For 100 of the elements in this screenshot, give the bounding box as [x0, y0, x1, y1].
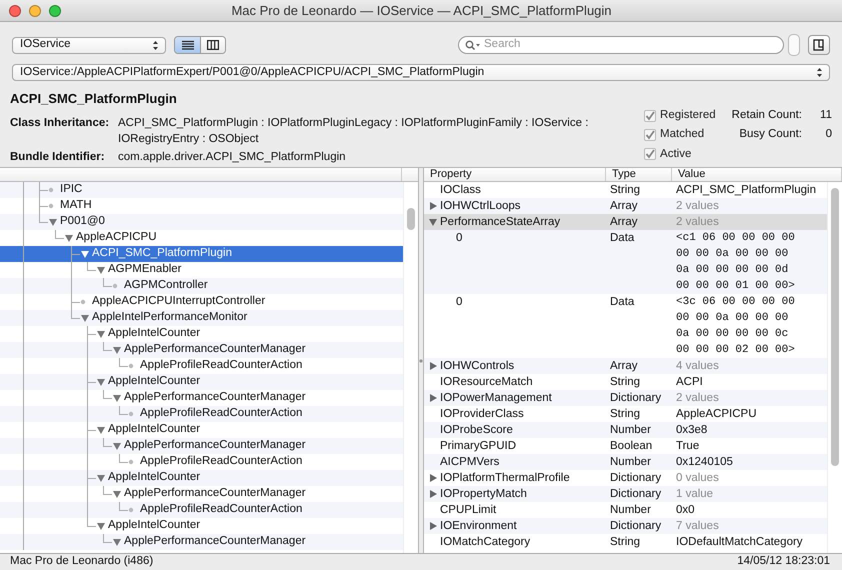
property-value: ACPI_SMC_PlatformPlugin [676, 184, 816, 196]
expanded-triangle-icon[interactable] [96, 521, 106, 531]
expanded-triangle-icon[interactable] [112, 393, 122, 403]
search-icon [465, 40, 481, 50]
property-value: 0 values [676, 472, 719, 484]
window-control-button[interactable] [29, 4, 41, 16]
property-row[interactable]: IOProbeScore Number 0x3e8 [424, 422, 827, 438]
window-control-button[interactable] [9, 4, 21, 16]
expanded-triangle-icon[interactable] [96, 425, 106, 435]
tree-row[interactable]: AppleIntelCounter [0, 326, 403, 342]
property-row[interactable]: IOEnvironment Dictionary 7 values [424, 518, 827, 534]
column-view-button[interactable] [200, 37, 225, 53]
property-row[interactable]: IOPropertyMatch Dictionary 1 value [424, 486, 827, 502]
expanded-triangle-icon[interactable] [112, 489, 122, 499]
property-row[interactable]: IOClass String ACPI_SMC_PlatformPlugin [424, 182, 827, 198]
window-control-button[interactable] [49, 4, 61, 16]
node-label: ACPI_SMC_PlatformPlugin [92, 246, 232, 262]
collapsed-triangle-icon[interactable] [428, 473, 438, 483]
checkbox[interactable] [644, 148, 656, 160]
tree-row[interactable]: ApplePerformanceCounterManager [0, 438, 403, 454]
property-row[interactable]: IOMatchCategory String IODefaultMatchCategory [424, 534, 827, 550]
tree-row[interactable]: AppleProfileReadCounterAction [0, 406, 403, 422]
tree-row[interactable]: AppleIntelCounter [0, 374, 403, 390]
tree-row[interactable]: AppleIntelPerformanceMonitor [0, 310, 403, 326]
collapsed-triangle-icon[interactable] [428, 361, 438, 371]
tree-row[interactable]: ApplePerformanceCounterManager [0, 486, 403, 502]
count-value: 0 [824, 127, 832, 142]
property-name: PrimaryGPUID [440, 439, 516, 454]
property-type: Array [610, 360, 638, 372]
property-row[interactable]: IOHWControls Array 4 values [424, 358, 827, 374]
expanded-triangle-icon[interactable] [96, 265, 106, 275]
property-value: 2 values [676, 392, 719, 404]
column-header[interactable]: Type [606, 168, 672, 181]
property-row[interactable]: PerformanceStateArray Array 2 values [424, 214, 827, 230]
expanded-triangle-icon[interactable] [112, 345, 122, 355]
inspector-button[interactable] [808, 35, 830, 55]
property-row[interactable]: 0 Data <c1 06 00 00 00 00 00 00 0a 00 00 00 0a 00 00 00 00 0d 00 00 00 01 00 00> [424, 230, 827, 294]
collapsed-triangle-icon[interactable] [428, 521, 438, 531]
list-view-button[interactable] [175, 37, 200, 53]
property-row[interactable]: IOPowerManagement Dictionary 2 values [424, 390, 827, 406]
tree-row[interactable]: AGPMEnabler [0, 262, 403, 278]
column-header[interactable]: Value [672, 168, 842, 181]
property-name: IOPlatformThermalProfile [440, 471, 570, 486]
property-row[interactable]: IOHWCtrlLoops Array 2 values [424, 198, 827, 214]
window-title: Mac Pro de Leonardo — IOService — ACPI_SMC_PlatformPlugin [230, 2, 613, 20]
node-label: AppleProfileReadCounterAction [140, 406, 302, 422]
splitter-handle[interactable] [419, 358, 423, 362]
tree-row[interactable]: AppleACPICPU [0, 230, 403, 246]
tree-row[interactable]: ApplePerformanceCounterManager [0, 534, 403, 550]
property-type: Dictionary [610, 520, 662, 532]
property-row[interactable]: PrimaryGPUID Boolean True [424, 438, 827, 454]
property-value: 1 value [676, 488, 714, 500]
list-icon [182, 40, 194, 50]
property-row[interactable]: IOProviderClass String AppleACPICPU [424, 406, 827, 422]
expanded-triangle-icon[interactable] [80, 249, 90, 259]
count-label: Busy Count: [739, 127, 802, 142]
tree-row[interactable]: AppleProfileReadCounterAction [0, 358, 403, 374]
tree-row[interactable]: ACPI_SMC_PlatformPlugin [0, 246, 403, 262]
expanded-triangle-icon[interactable] [48, 217, 58, 227]
property-row[interactable]: 0 Data <3c 06 00 00 00 00 00 00 0a 00 00 00 0a 00 00 00 00 0c 00 00 00 02 00 00> [424, 294, 827, 358]
property-type: Dictionary [610, 392, 662, 404]
expanded-triangle-icon[interactable] [64, 233, 74, 243]
checkbox[interactable] [644, 110, 656, 122]
scrollbar[interactable] [827, 182, 842, 553]
tree-row[interactable]: MATH [0, 198, 403, 214]
collapsed-triangle-icon[interactable] [428, 489, 438, 499]
path-popup[interactable]: IOService:/AppleACPIPlatformExpert/P001@0/AppleACPICPU/ACPI_SMC_PlatformPlugin [12, 64, 830, 81]
tree-row[interactable]: AppleIntelCounter [0, 470, 403, 486]
expanded-triangle-icon[interactable] [80, 313, 90, 323]
collapsed-triangle-icon[interactable] [428, 393, 438, 403]
property-type: Array [610, 216, 638, 228]
property-type: Number [610, 504, 651, 516]
tree-row[interactable]: ApplePerformanceCounterManager [0, 342, 403, 358]
tree-row[interactable]: P001@0 [0, 214, 403, 230]
plane-popup[interactable]: IOService [12, 36, 166, 54]
property-value: 0x0 [676, 504, 695, 516]
property-row[interactable]: IOPlatformThermalProfile Dictionary 0 values [424, 470, 827, 486]
expanded-triangle-icon[interactable] [96, 473, 106, 483]
property-row[interactable]: AICPMVers Number 0x1240105 [424, 454, 827, 470]
checkbox[interactable] [644, 128, 656, 141]
expanded-triangle-icon[interactable] [112, 537, 122, 547]
tree-row[interactable]: AppleProfileReadCounterAction [0, 502, 403, 518]
expanded-triangle-icon[interactable] [112, 441, 122, 451]
tree-row[interactable]: AppleIntelCounter [0, 518, 403, 534]
collapsed-triangle-icon[interactable] [428, 201, 438, 211]
expanded-triangle-icon[interactable] [96, 329, 106, 339]
expanded-triangle-icon[interactable] [96, 377, 106, 387]
tree-row[interactable]: AppleACPICPUInterruptController [0, 294, 403, 310]
property-value: AppleACPICPU [676, 408, 757, 420]
expanded-triangle-icon[interactable] [428, 217, 438, 227]
tree-row[interactable]: AppleProfileReadCounterAction [0, 454, 403, 470]
tree-row[interactable]: ApplePerformanceCounterManager [0, 390, 403, 406]
tree-row[interactable]: AGPMController [0, 278, 403, 294]
property-row[interactable]: IOResourceMatch String ACPI [424, 374, 827, 390]
tree-row[interactable]: AppleIntelCounter [0, 422, 403, 438]
tree-row[interactable]: IPIC [0, 182, 403, 198]
property-type: Array [610, 200, 638, 212]
column-header[interactable]: Property [424, 168, 606, 181]
scrollbar[interactable] [403, 182, 418, 553]
property-row[interactable]: CPUPLimit Number 0x0 [424, 502, 827, 518]
